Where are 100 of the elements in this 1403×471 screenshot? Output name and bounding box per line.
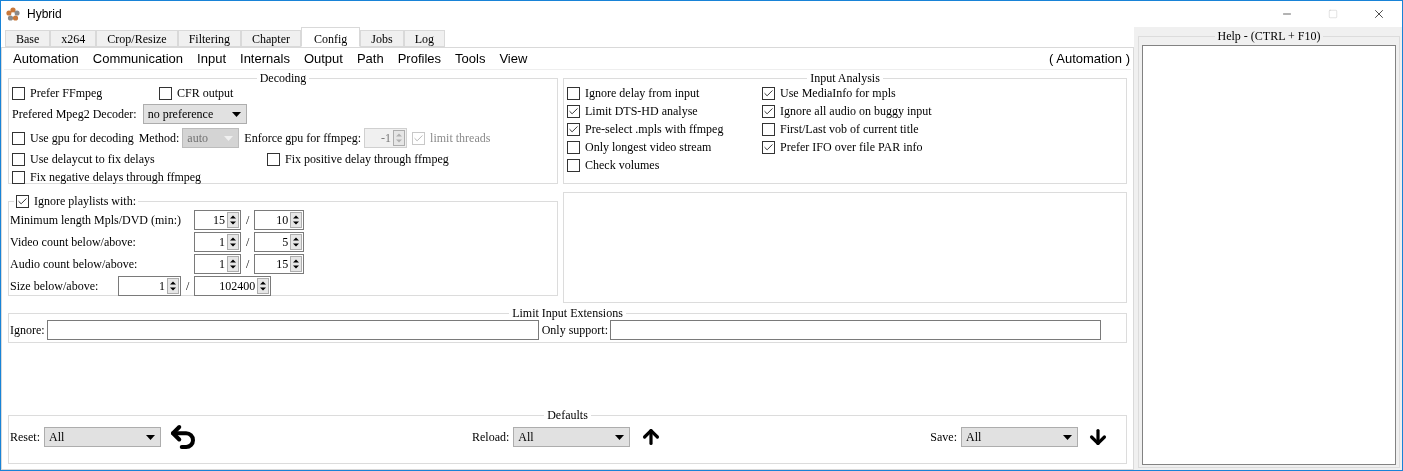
spin-field[interactable]: 15 [254, 254, 305, 274]
field-label: Method: [138, 130, 180, 147]
combo-box[interactable]: All [513, 427, 631, 447]
field-label: Size below/above: [10, 278, 100, 295]
checkbox-label: Prefer FFmpeg [30, 85, 103, 102]
tab[interactable]: x264 [50, 30, 97, 47]
spin-arrows-icon[interactable] [257, 278, 270, 294]
spin-arrows-icon[interactable] [290, 212, 303, 228]
field-label: Minimum length Mpls/DVD (min:) [10, 212, 182, 229]
checkbox-label: Use MediaInfo for mpls [780, 85, 896, 102]
caret-icon [615, 434, 625, 440]
checkbox-label: Use gpu for decoding [30, 130, 134, 147]
section-label: ( Automation ) [1049, 49, 1130, 68]
spin-field[interactable]: 1 [194, 254, 241, 274]
field-label: Reload: [472, 429, 510, 446]
checkbox-label: Fix positive delay through ffmpeg [285, 151, 449, 168]
settings-tab[interactable]: Communication [92, 48, 184, 69]
field-label: Only support: [541, 322, 608, 339]
checkbox[interactable] [762, 122, 775, 136]
spin-field[interactable]: 102400 [194, 276, 272, 296]
checkbox-label: Ignore playlists with: [34, 193, 136, 210]
undo-icon[interactable] [168, 422, 198, 452]
checkbox[interactable] [12, 170, 25, 184]
spin-arrows-icon[interactable] [227, 212, 239, 228]
checkbox[interactable] [12, 131, 25, 145]
group-title: Input Analysis [810, 71, 880, 85]
settings-tab[interactable]: Path [356, 48, 384, 69]
checkbox-label: Pre-select .mpls with ffmpeg [585, 121, 724, 138]
spin-arrows-icon[interactable] [227, 234, 239, 250]
tab[interactable]: Filtering [177, 30, 241, 47]
checkbox[interactable] [567, 122, 580, 136]
tab[interactable]: Base [5, 30, 51, 47]
settings-tab[interactable]: View [499, 48, 528, 69]
spin-field[interactable]: 1 [194, 232, 241, 252]
separator-slash: / [246, 256, 250, 273]
checkbox[interactable] [567, 140, 580, 154]
spin-arrows-icon[interactable] [290, 256, 303, 272]
combo-box[interactable]: All [44, 427, 161, 447]
tab[interactable]: Config [301, 27, 361, 47]
separator-slash: / [186, 278, 190, 295]
settings-tab[interactable]: Internals [240, 48, 290, 69]
maximize-icon [1328, 9, 1338, 19]
checkbox[interactable] [267, 152, 280, 166]
checkbox-label: limit threads [430, 130, 491, 147]
spin-arrows-icon[interactable] [227, 256, 239, 272]
field-label: Ignore: [10, 322, 45, 339]
tab[interactable]: Log [403, 30, 446, 47]
spin-arrows-icon[interactable] [290, 234, 303, 250]
checkbox[interactable] [567, 158, 580, 172]
checkbox[interactable] [12, 86, 25, 100]
spin-field[interactable]: 15 [194, 210, 241, 230]
window-title: Hybrid [27, 6, 62, 23]
app-logo-icon [6, 7, 20, 21]
checkbox[interactable] [159, 86, 172, 100]
checkbox-label: Check volumes [585, 157, 660, 174]
group-title: Defaults [547, 408, 588, 422]
input-field[interactable] [46, 320, 539, 340]
field-label: Prefered Mpeg2 Decoder: [12, 106, 137, 123]
field-label: Enforce gpu for ffmpeg: [244, 130, 362, 147]
checkbox[interactable] [762, 86, 775, 100]
tab[interactable]: Crop/Resize [96, 30, 178, 47]
spin-field[interactable]: 10 [254, 210, 305, 230]
checkbox-label: Ignore delay from input [585, 85, 700, 102]
combo-box[interactable]: All [961, 427, 1078, 447]
spin-field[interactable]: 5 [254, 232, 305, 252]
tab[interactable]: Jobs [360, 30, 404, 47]
checkbox[interactable] [567, 104, 580, 118]
input-field[interactable] [610, 320, 1101, 340]
field-label: Video count below/above: [10, 234, 137, 251]
checkbox-label: First/Last vob of current title [780, 121, 919, 138]
checkbox-label: Ignore all audio on buggy input [780, 103, 932, 120]
checkbox-label: Only longest video stream [585, 139, 712, 156]
checkbox[interactable] [16, 194, 29, 208]
field-label: Reset: [10, 429, 40, 446]
group-title: Limit Input Extensions [512, 306, 623, 320]
settings-tab[interactable]: Tools [455, 48, 486, 69]
settings-tab[interactable]: Automation [13, 48, 79, 69]
spin-arrows-icon[interactable] [167, 278, 179, 294]
checkbox[interactable] [567, 86, 580, 100]
checkbox[interactable] [762, 140, 775, 154]
checkbox[interactable] [12, 152, 25, 166]
separator-slash: / [246, 234, 250, 251]
group-title: Decoding [259, 71, 307, 85]
checkbox-label: Limit DTS-HD analyse [585, 103, 698, 120]
combo-box[interactable]: no preference [142, 104, 247, 124]
spin-field[interactable]: 1 [118, 276, 181, 296]
checkbox[interactable] [762, 104, 775, 118]
settings-tab[interactable]: Profiles [397, 48, 442, 69]
settings-tab[interactable]: Input [197, 48, 226, 69]
settings-tab[interactable]: Output [303, 48, 343, 69]
checkbox-label: Use delaycut to fix delays [30, 151, 155, 168]
group-title: Help - (CTRL + F10) [1217, 29, 1321, 43]
checkbox-label: Fix negative delays through ffmpeg [30, 169, 202, 186]
close-icon [1372, 7, 1386, 21]
caret-icon [146, 434, 155, 440]
checkbox-label: CFR output [177, 85, 234, 102]
checkbox-label: Prefer IFO over file PAR info [780, 139, 923, 156]
separator-slash: / [246, 212, 250, 229]
tab[interactable]: Chapter [241, 30, 301, 47]
field-label: Audio count below/above: [10, 256, 139, 273]
